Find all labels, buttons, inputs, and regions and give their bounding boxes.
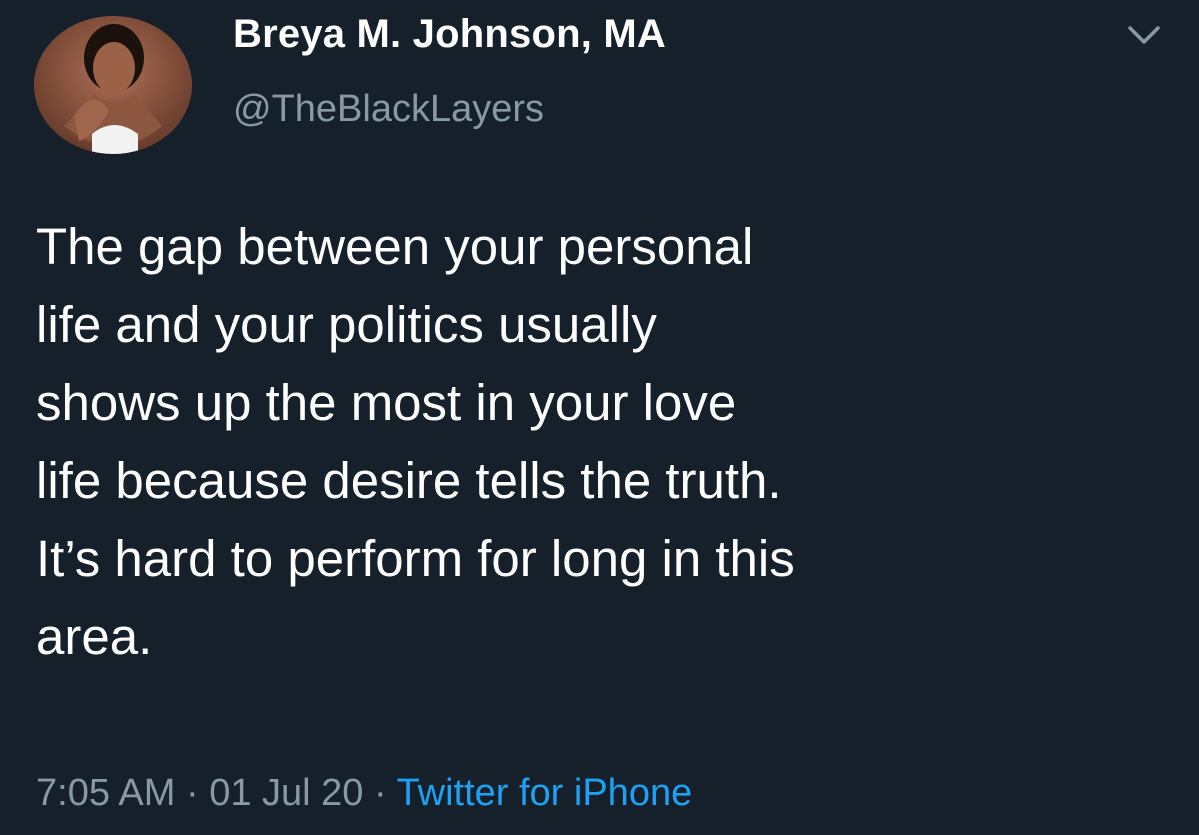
meta-separator: · <box>374 772 387 814</box>
tweet-time[interactable]: 7:05 AM <box>36 772 175 814</box>
tweet-source-link[interactable]: Twitter for iPhone <box>397 772 693 814</box>
author-display-name[interactable]: Breya M. Johnson, MA <box>233 12 666 57</box>
tweet-date[interactable]: 01 Jul 20 <box>209 772 363 814</box>
tweet-metadata: 7:05 AM · 01 Jul 20 · Twitter for iPhone <box>36 772 692 815</box>
author-handle[interactable]: @TheBlackLayers <box>233 88 544 131</box>
avatar[interactable] <box>34 16 192 154</box>
profile-photo-icon <box>34 16 192 154</box>
tweet-card: Breya M. Johnson, MA @TheBlackLayers The… <box>0 0 1199 835</box>
tweet-text: The gap between your personal life and y… <box>36 218 795 665</box>
meta-separator: · <box>185 772 199 814</box>
chevron-down-icon[interactable] <box>1124 20 1164 50</box>
